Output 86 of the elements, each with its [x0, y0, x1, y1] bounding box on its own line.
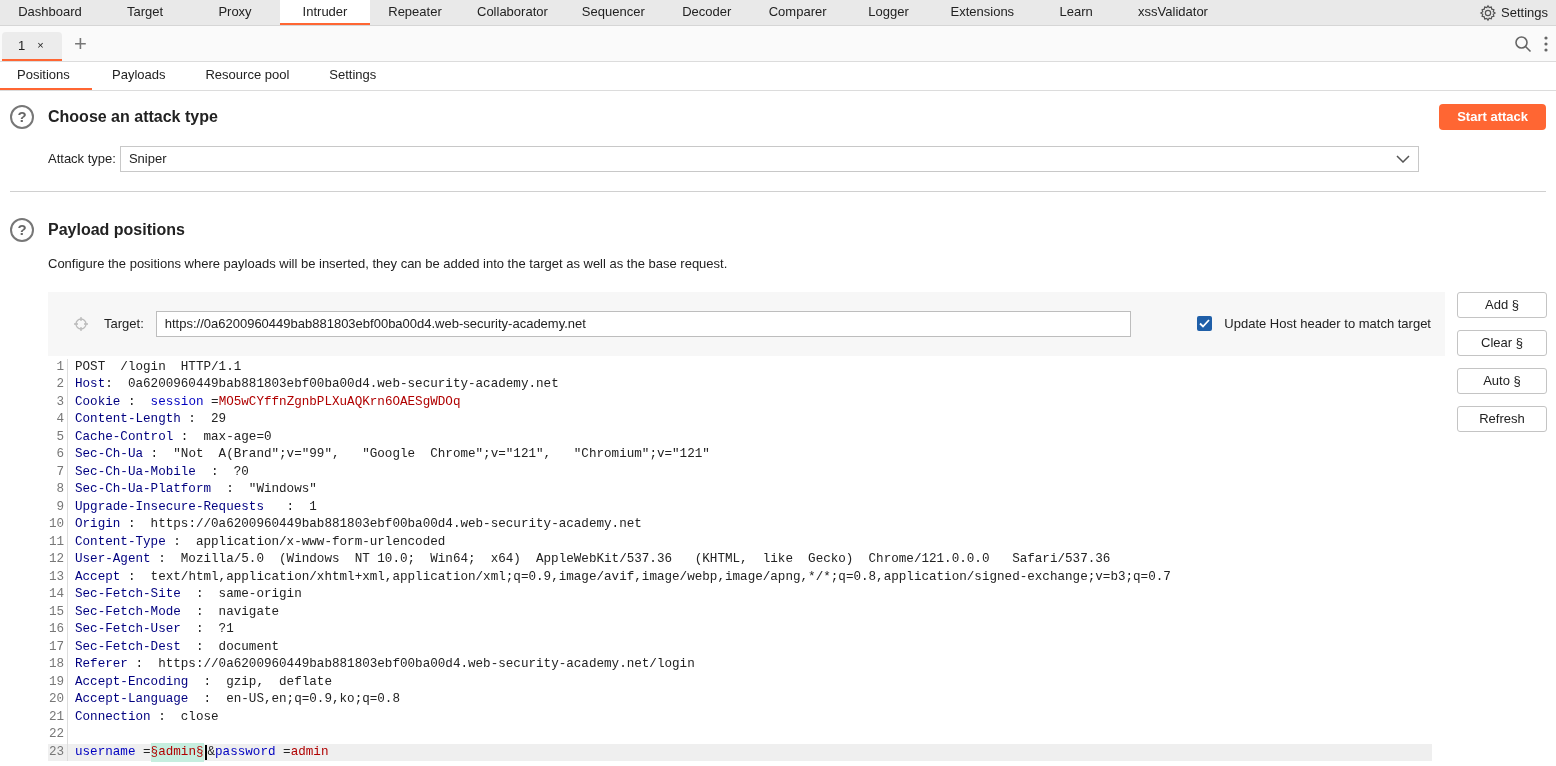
line-number: 11 — [48, 533, 68, 551]
code-line: Content-Length : 29 — [74, 411, 227, 429]
more-options-icon[interactable] — [1544, 35, 1548, 52]
section-description: Configure the positions where payloads will be inserted, they can be added into the target as well as the base request. — [48, 255, 729, 273]
help-icon[interactable]: ? — [10, 105, 34, 129]
nav-tab[interactable]: Intruder — [280, 0, 370, 25]
line-number: 22 — [48, 726, 68, 744]
code-line: Connection : close — [74, 708, 219, 726]
crosshair-icon — [74, 316, 88, 331]
nav-tab[interactable]: Collaborator — [460, 0, 565, 25]
code-line: Referer : https://0a6200960449bab881803ebf00ba00d4.web-security-academy.net/login — [74, 656, 695, 674]
nav-tab[interactable]: Target — [100, 0, 190, 25]
code-line: Sec-Fetch-Dest : document — [74, 638, 280, 656]
section-title: Payload positions — [48, 220, 185, 240]
attack-type-dropdown[interactable]: Sniper — [119, 146, 1419, 172]
code-line: Accept : text/html,application/xhtml+xml,application/xml;q=0.9,image/avif,image/webp,image/apng,*/*;q=0.8,application/signed-exchange;v=b3;q=0.7 — [74, 568, 1171, 586]
sub-tab[interactable]: Settings — [309, 62, 397, 90]
nav-tab[interactable]: Logger — [843, 0, 934, 25]
target-field[interactable]: https://0a6200960449bab881803ebf00ba00d4.web-security-academy.net — [155, 310, 1131, 337]
code-line: Sec-Fetch-Site : same-origin — [74, 586, 302, 604]
nav-tab[interactable]: Decoder — [661, 0, 752, 25]
settings-icon — [1479, 3, 1497, 22]
line-number: 20 — [48, 691, 68, 709]
line-number: 8 — [48, 481, 68, 499]
sub-tab[interactable]: Payloads — [92, 62, 186, 90]
nav-tab[interactable]: Proxy — [190, 0, 280, 25]
nav-tab[interactable]: Sequencer — [564, 0, 662, 25]
line-number: 17 — [48, 638, 68, 656]
line-number: 13 — [48, 568, 68, 586]
line-number: 12 — [48, 551, 68, 569]
code-line: Sec-Fetch-Mode : navigate — [74, 603, 280, 621]
code-line: username =§admin§ &password =admin — [68, 743, 329, 761]
code-line: Content-Type : application/x-www-form-urlencoded — [74, 533, 446, 551]
line-number: 2 — [48, 376, 68, 394]
sub-tab[interactable]: Positions — [0, 62, 92, 90]
line-number: 14 — [48, 586, 68, 604]
code-line: Sec-Ch-Ua : "Not A(Brand";v="99", "Google Chrome";v="121", "Chromium";v="121" — [74, 446, 710, 464]
side-button[interactable]: Clear § — [1457, 329, 1547, 356]
code-line: Sec-Ch-Ua-Mobile : ?0 — [74, 463, 249, 481]
nav-tab[interactable]: xssValidator — [1121, 0, 1225, 25]
side-button[interactable]: Add § — [1457, 291, 1547, 318]
add-tab-button[interactable]: + — [74, 32, 87, 55]
line-number: 16 — [48, 621, 68, 639]
sub-tab[interactable]: Resource pool — [185, 62, 310, 90]
line-number: 10 — [48, 516, 68, 534]
code-line: User-Agent : Mozilla/5.0 (Windows NT 10.0; Win64; x64) AppleWebKit/537.36 (KHTML, like Gecko) Chrome/121.0.0.0 Safari/537.36 — [74, 551, 1111, 569]
code-line: POST /login HTTP/1.1 — [74, 358, 242, 376]
line-number: 4 — [48, 411, 68, 429]
line-number: 7 — [48, 463, 68, 481]
target-label: Target: — [104, 314, 144, 333]
code-line: Accept-Language : en-US,en;q=0.9,ko;q=0.8 — [74, 691, 400, 709]
line-number: 19 — [48, 673, 68, 691]
nav-tab[interactable]: Comparer — [751, 0, 844, 25]
line-number: 9 — [48, 498, 68, 516]
line-number: 18 — [48, 656, 68, 674]
line-number: 3 — [48, 393, 68, 411]
nav-tab[interactable]: Extensions — [933, 0, 1032, 25]
update-host-label: Update Host header to match target — [1224, 314, 1431, 333]
search-icon[interactable] — [1514, 34, 1532, 53]
attack-type-label: Attack type: — [48, 150, 116, 169]
code-line: Sec-Ch-Ua-Platform : "Windows" — [74, 481, 317, 499]
section-title: Choose an attack type — [48, 107, 218, 127]
code-line: Upgrade-Insecure-Requests : 1 — [74, 498, 317, 516]
help-icon[interactable]: ? — [10, 218, 34, 242]
close-icon[interactable]: × — [37, 37, 44, 54]
nav-tab[interactable]: Repeater — [370, 0, 460, 25]
line-number: 21 — [48, 708, 68, 726]
settings-link[interactable]: Settings — [1479, 0, 1556, 25]
attack-tab[interactable]: 1 × — [2, 32, 62, 61]
code-line: Cache-Control : max-age=0 — [74, 428, 272, 446]
side-button[interactable]: Refresh — [1457, 405, 1547, 432]
line-number: 5 — [48, 428, 68, 446]
nav-tab[interactable]: Learn — [1031, 0, 1122, 25]
code-line: Sec-Fetch-User : ?1 — [74, 621, 234, 639]
code-line: Host: 0a6200960449bab881803ebf00ba00d4.web-security-academy.net — [74, 376, 559, 394]
checkbox[interactable] — [1197, 316, 1213, 331]
side-button[interactable]: Auto § — [1457, 367, 1547, 394]
code-line: Origin : https://0a6200960449bab881803ebf00ba00d4.web-security-academy.net — [74, 516, 642, 534]
nav-tab[interactable]: Dashboard — [0, 0, 100, 25]
chevron-down-icon — [1396, 155, 1410, 163]
line-number: 15 — [48, 603, 68, 621]
line-number: 23 — [48, 743, 68, 761]
line-number: 1 — [48, 358, 68, 376]
code-line: Accept-Encoding : gzip, deflate — [74, 673, 332, 691]
code-line: Cookie : session =MO5wCYffnZgnbPLXuAQKrn6OAESgWDOq — [74, 393, 461, 411]
line-number: 6 — [48, 446, 68, 464]
